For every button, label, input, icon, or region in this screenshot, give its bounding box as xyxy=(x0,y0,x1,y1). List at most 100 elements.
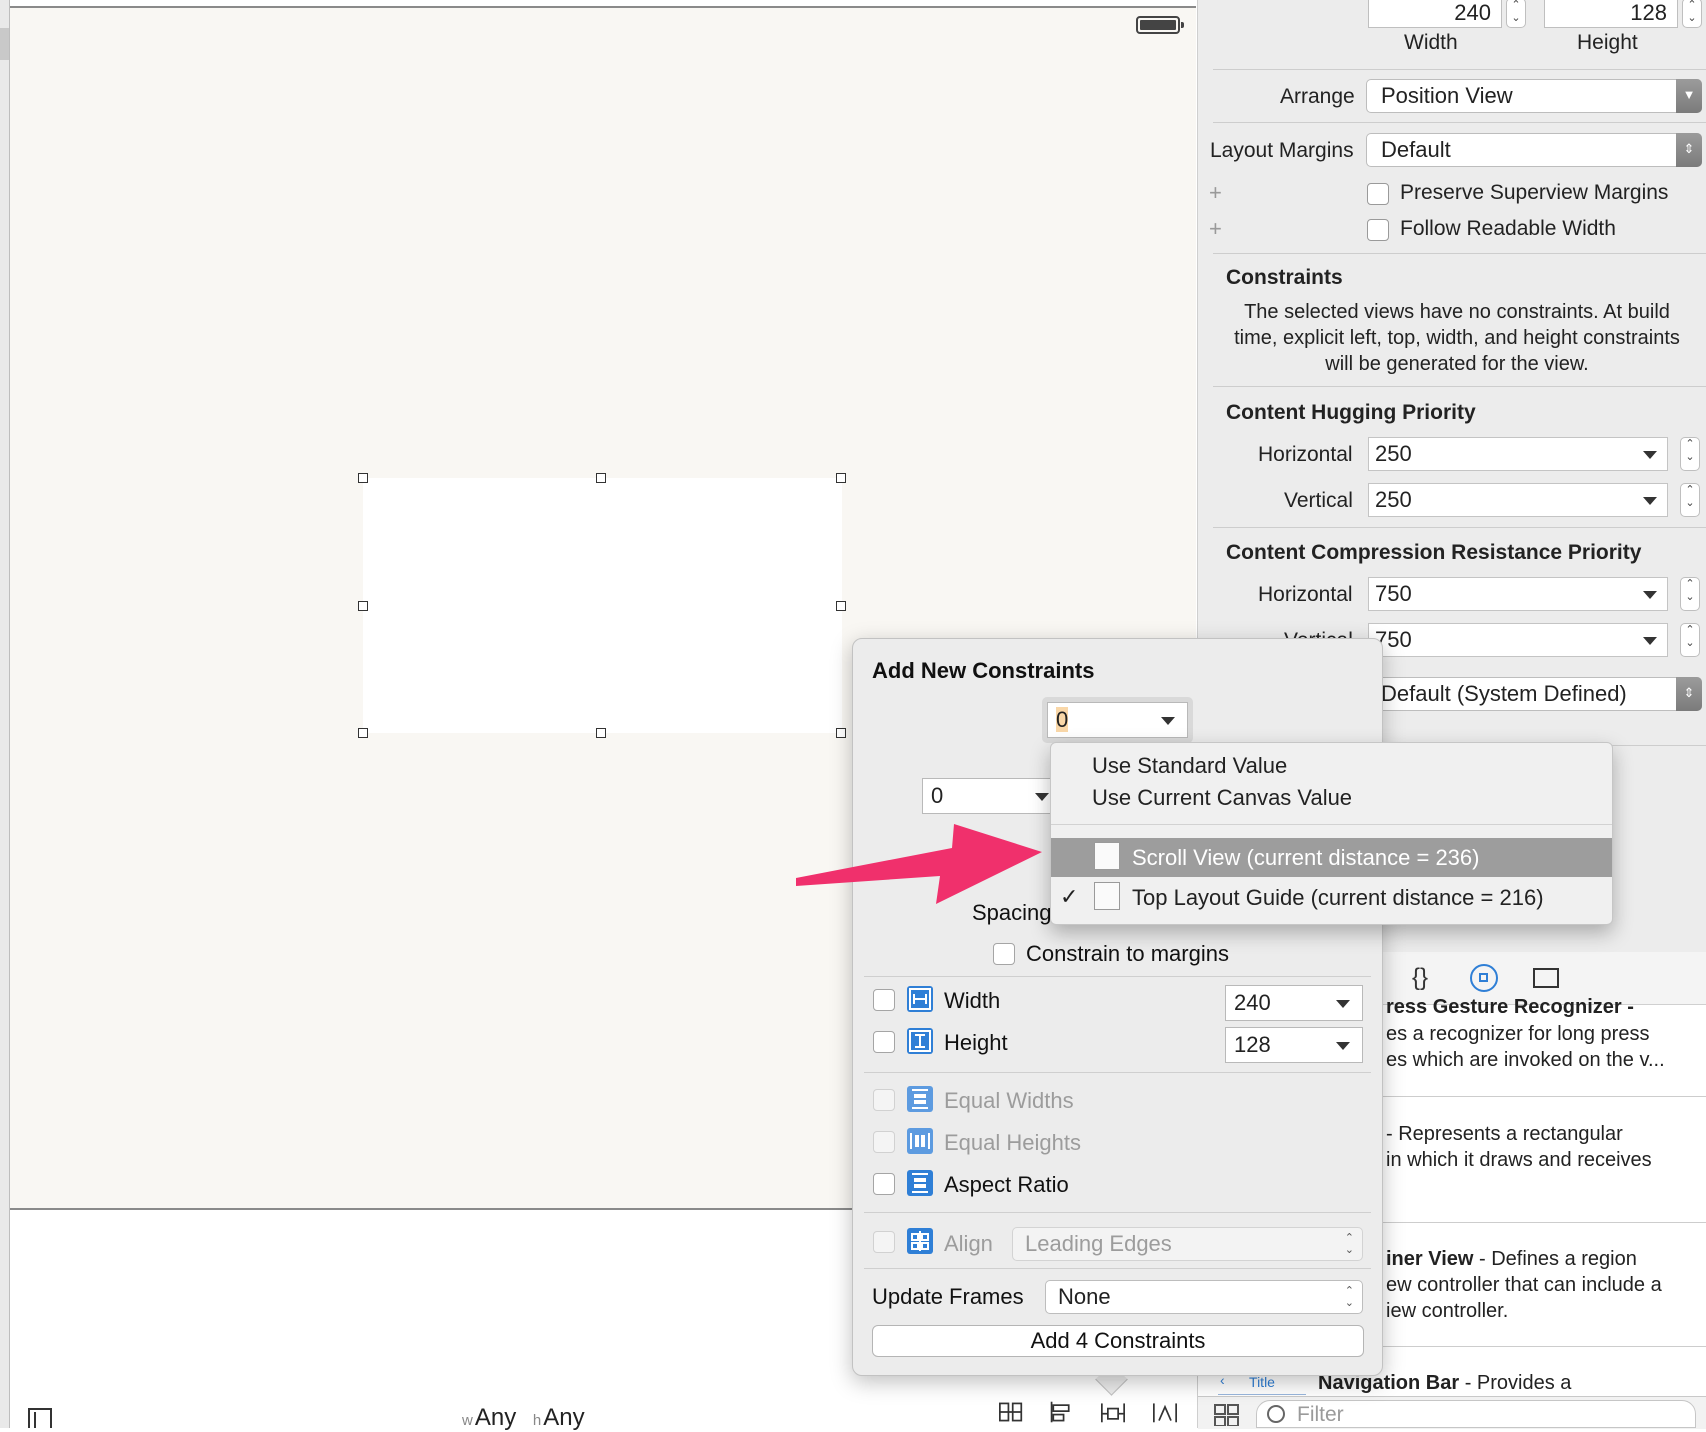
height-constraint-field[interactable]: 128 xyxy=(1225,1027,1363,1063)
arrange-popup[interactable]: Position View ▼ xyxy=(1366,79,1702,113)
library-item-description: es which are invoked on the v... xyxy=(1386,1049,1665,1071)
canvas-left-gutter xyxy=(0,0,10,1428)
resize-handle-bottom-left[interactable] xyxy=(358,728,368,738)
navigation-bar-thumbnail: ‹ Title xyxy=(1218,1372,1306,1395)
height-constraint-label: Height xyxy=(944,1030,1008,1055)
equal-widths-checkbox[interactable] xyxy=(873,1089,895,1111)
height-constraint-value: 128 xyxy=(1234,1032,1271,1057)
preserve-superview-margins-label: Preserve Superview Margins xyxy=(1400,181,1669,204)
height-constraint-icon xyxy=(907,1028,933,1054)
divider xyxy=(1380,1096,1706,1097)
hugging-vertical-combo[interactable]: 250 xyxy=(1368,483,1668,517)
caret-down-icon xyxy=(1035,793,1049,801)
height-caption: Height xyxy=(1577,31,1638,54)
resize-handle-top[interactable] xyxy=(596,473,606,483)
arrange-value: Position View xyxy=(1381,83,1513,108)
content-hugging-title: Content Hugging Priority xyxy=(1226,401,1476,424)
constraints-section-title: Constraints xyxy=(1226,266,1343,289)
height-field[interactable]: 128 xyxy=(1544,0,1678,28)
filter-icon xyxy=(1267,1405,1285,1423)
resize-handle-bottom-right[interactable] xyxy=(836,728,846,738)
width-field[interactable]: 240 xyxy=(1368,0,1502,28)
width-constraint-checkbox[interactable] xyxy=(873,989,895,1011)
menu-item-top-layout-guide[interactable]: Top Layout Guide (current distance = 216… xyxy=(1132,885,1544,911)
code-snippet-icon[interactable]: {} xyxy=(1412,964,1428,992)
equal-widths-label: Equal Widths xyxy=(944,1088,1074,1113)
media-library-icon[interactable] xyxy=(1533,968,1559,988)
layout-margins-popup[interactable]: Default ⇕ xyxy=(1366,133,1702,167)
divider xyxy=(864,1212,1371,1213)
arrange-label: Arrange xyxy=(1280,85,1355,108)
resize-handle-bottom[interactable] xyxy=(596,728,606,738)
hugging-horizontal-label: Horizontal xyxy=(1258,443,1353,466)
popover-title: Add New Constraints xyxy=(872,658,1095,683)
document-outline-toggle-icon[interactable] xyxy=(28,1408,52,1428)
width-constraint-label: Width xyxy=(944,988,1001,1013)
divider xyxy=(864,976,1371,977)
equal-heights-checkbox[interactable] xyxy=(873,1131,895,1153)
align-popup[interactable]: Leading Edges ⌃ ⌄ xyxy=(1012,1227,1363,1261)
intrinsic-size-popup[interactable]: Default (System Defined) ⇕ xyxy=(1366,677,1702,711)
hugging-vertical-stepper[interactable]: ⌃ ⌄ xyxy=(1680,483,1700,517)
resize-handle-top-left[interactable] xyxy=(358,473,368,483)
height-constraint-checkbox[interactable] xyxy=(873,1031,895,1053)
aspect-ratio-icon xyxy=(907,1170,933,1196)
resize-handle-right[interactable] xyxy=(836,601,846,611)
width-constraint-icon xyxy=(907,986,933,1012)
up-down-arrows-icon: ⌃ ⌄ xyxy=(1344,1232,1354,1256)
equal-heights-label: Equal Heights xyxy=(944,1130,1081,1155)
add-constraints-button[interactable]: Add 4 Constraints xyxy=(872,1325,1364,1357)
divider xyxy=(1213,386,1706,387)
left-spacing-field[interactable]: 0 xyxy=(922,778,1062,814)
library-filter-field[interactable]: Filter xyxy=(1256,1400,1696,1428)
plus-icon[interactable]: + xyxy=(1209,180,1222,206)
intrinsic-size-value: Default (System Defined) xyxy=(1381,681,1627,706)
align-icon[interactable] xyxy=(1046,1400,1076,1424)
battery-icon xyxy=(1136,16,1184,34)
resize-handle-left[interactable] xyxy=(358,601,368,611)
align-checkbox[interactable] xyxy=(873,1231,895,1253)
top-spacing-field[interactable]: 0 xyxy=(1047,702,1188,738)
library-item-description: - Defines a region xyxy=(1473,1248,1637,1270)
compression-horizontal-label: Horizontal xyxy=(1258,583,1353,606)
width-stepper[interactable]: ⌃ ⌄ xyxy=(1506,0,1526,28)
plus-icon[interactable]: + xyxy=(1209,216,1222,242)
selected-view[interactable] xyxy=(363,478,842,733)
divider xyxy=(1213,69,1706,70)
aspect-ratio-checkbox[interactable] xyxy=(873,1173,895,1195)
pin-constraints-icon[interactable] xyxy=(1098,1400,1128,1424)
menu-item-use-current-canvas-value[interactable]: Use Current Canvas Value xyxy=(1092,785,1352,811)
compression-horizontal-combo[interactable]: 750 xyxy=(1368,577,1668,611)
hugging-horizontal-combo[interactable]: 250 xyxy=(1368,437,1668,471)
filter-placeholder: Filter xyxy=(1297,1403,1344,1426)
object-library-icon[interactable] xyxy=(1470,964,1498,992)
equal-heights-icon xyxy=(907,1128,933,1154)
stack-view-icon[interactable] xyxy=(996,1400,1026,1424)
caret-down-icon xyxy=(1336,1000,1350,1008)
description-line: time, explicit left, top, width, and hei… xyxy=(1234,327,1680,349)
divider xyxy=(1213,527,1706,528)
constrain-to-margins-checkbox[interactable] xyxy=(993,943,1015,965)
follow-readable-width-checkbox[interactable] xyxy=(1367,219,1389,241)
compression-vertical-combo[interactable]: 750 xyxy=(1368,623,1668,657)
resize-handle-top-right[interactable] xyxy=(836,473,846,483)
checkmark-icon: ✓ xyxy=(1060,884,1079,909)
resolve-issues-icon[interactable] xyxy=(1150,1400,1180,1424)
grid-view-icon[interactable] xyxy=(1214,1404,1240,1426)
width-constraint-field[interactable]: 240 xyxy=(1225,985,1363,1021)
library-item-description: - Represents a rectangular xyxy=(1386,1123,1623,1145)
caret-down-icon xyxy=(1643,637,1657,645)
update-frames-popup[interactable]: None ⌃ ⌄ xyxy=(1045,1280,1363,1314)
chevron-down-icon: ▼ xyxy=(1676,79,1702,113)
hugging-horizontal-stepper[interactable]: ⌃ ⌄ xyxy=(1680,437,1700,471)
compression-horizontal-stepper[interactable]: ⌃ ⌄ xyxy=(1680,577,1700,611)
width-caption: Width xyxy=(1404,31,1458,54)
height-stepper[interactable]: ⌃ ⌄ xyxy=(1682,0,1702,28)
preserve-superview-margins-checkbox[interactable] xyxy=(1367,183,1389,205)
compression-horizontal-value: 750 xyxy=(1375,581,1412,606)
menu-item-scroll-view[interactable]: Scroll View (current distance = 236) xyxy=(1132,845,1479,871)
menu-item-use-standard-value[interactable]: Use Standard Value xyxy=(1092,753,1287,779)
compression-vertical-stepper[interactable]: ⌃ ⌄ xyxy=(1680,623,1700,657)
hugging-vertical-label: Vertical xyxy=(1284,489,1353,512)
constrain-to-margins-label: Constrain to margins xyxy=(1026,941,1229,966)
